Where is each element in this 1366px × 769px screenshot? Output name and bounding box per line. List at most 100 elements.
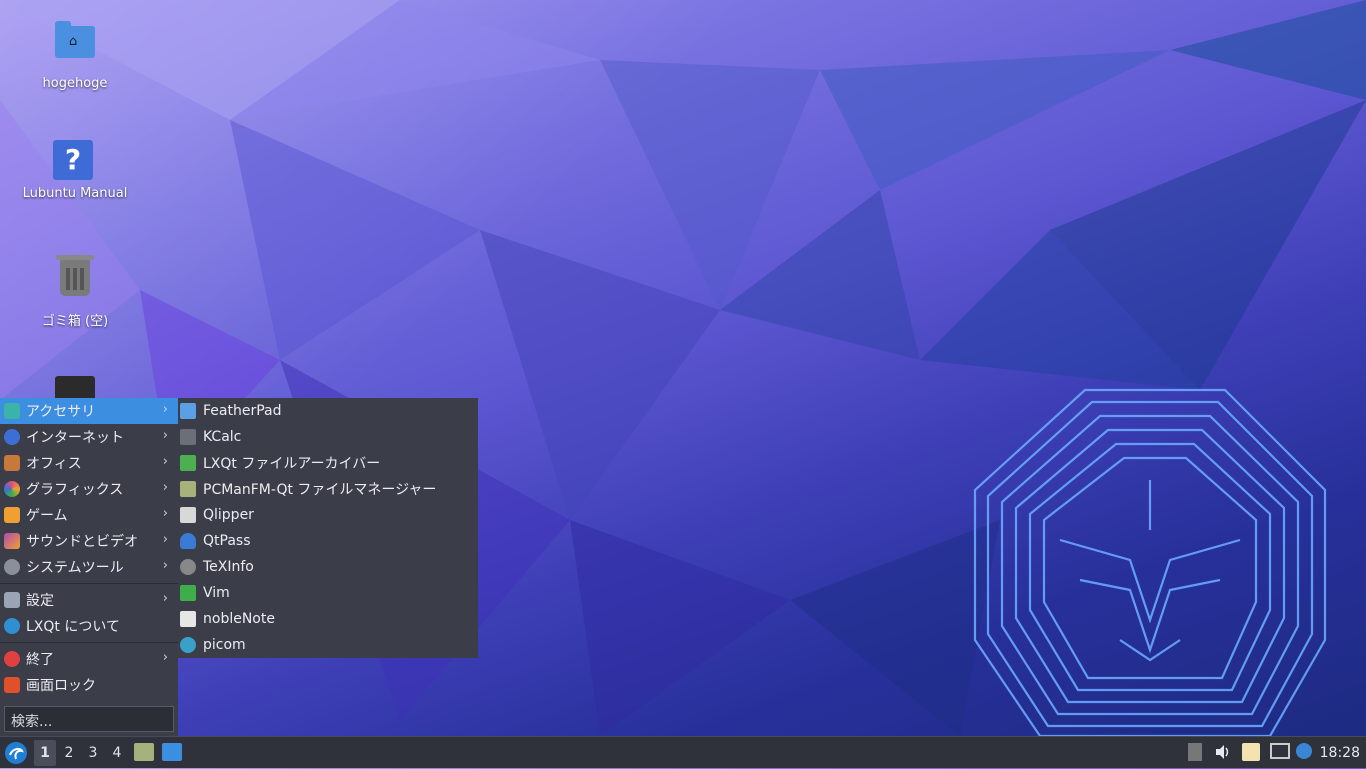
menu-item-internet[interactable]: インターネット ›: [0, 424, 178, 450]
featherpad-icon: [180, 403, 196, 419]
menu-item-label: インターネット: [26, 430, 124, 446]
submenu-item-label: LXQt ファイルアーカイバー: [203, 456, 381, 472]
chevron-right-icon: ›: [162, 558, 168, 573]
power-icon: [4, 651, 20, 667]
note-icon: [180, 611, 196, 627]
menu-item-office[interactable]: オフィス ›: [0, 450, 178, 476]
desktop-icon-label: Lubuntu Manual: [22, 186, 128, 201]
chevron-right-icon: ›: [162, 480, 168, 495]
home-folder-icon: ⌂: [53, 21, 97, 70]
desktop-switch-2[interactable]: 2: [58, 740, 80, 766]
settings-icon: [4, 592, 20, 608]
network-icon[interactable]: [1270, 743, 1290, 759]
help-icon: ?: [53, 140, 97, 180]
file-manager-icon[interactable]: [134, 743, 154, 761]
menu-search-input[interactable]: 検索...: [4, 706, 174, 732]
desktop-icon-trash[interactable]: ゴミ箱 (空): [20, 255, 130, 329]
submenu-item-label: Vim: [203, 585, 230, 601]
menu-item-lock-screen[interactable]: 画面ロック: [0, 672, 178, 698]
chevron-right-icon: ›: [162, 591, 168, 606]
volume-icon[interactable]: [1214, 743, 1232, 761]
submenu-item-label: picom: [203, 637, 246, 653]
graphics-icon: [4, 481, 20, 497]
submenu-item-file-manager[interactable]: PCManFM-Qt ファイルマネージャー: [178, 476, 478, 502]
chevron-right-icon: ›: [162, 650, 168, 665]
desktop-switch-3[interactable]: 3: [82, 740, 104, 766]
info-icon: [180, 559, 196, 575]
chevron-right-icon: ›: [162, 402, 168, 417]
gear-icon: [180, 637, 196, 653]
menu-separator: [0, 642, 178, 643]
menu-item-label: サウンドとビデオ: [26, 534, 138, 550]
submenu-item-qtpass[interactable]: QtPass: [178, 528, 478, 554]
menu-item-label: グラフィックス: [26, 482, 124, 498]
lock-icon: [180, 533, 196, 549]
submenu-item-label: FeatherPad: [203, 403, 282, 419]
desktop-icon-label: ゴミ箱 (空): [41, 314, 109, 329]
chevron-right-icon: ›: [162, 428, 168, 443]
lubuntu-start-icon[interactable]: [4, 741, 28, 765]
menu-item-system-tools[interactable]: システムツール ›: [0, 554, 178, 580]
clock[interactable]: 18:28: [1320, 737, 1360, 769]
menu-item-accessories[interactable]: アクセサリ ›: [0, 398, 178, 424]
maze-emblem: [973, 388, 1327, 736]
submenu-item-label: KCalc: [203, 429, 242, 445]
chevron-right-icon: ›: [162, 454, 168, 469]
menu-separator: [0, 583, 178, 584]
menu-item-label: 終了: [26, 652, 54, 668]
accessories-icon: [4, 403, 20, 419]
menu-item-label: オフィス: [26, 456, 82, 472]
menu-item-label: 設定: [26, 593, 54, 609]
accessories-submenu: FeatherPad KCalc LXQt ファイルアーカイバー PCManFM…: [178, 398, 478, 658]
search-placeholder: 検索...: [11, 714, 53, 730]
clipboard-icon[interactable]: [1242, 743, 1260, 761]
clipboard-icon: [180, 507, 196, 523]
menu-item-games[interactable]: ゲーム ›: [0, 502, 178, 528]
menu-item-label: アクセサリ: [26, 404, 96, 420]
desktop-switch-1[interactable]: 1: [34, 740, 56, 766]
menu-item-about[interactable]: LXQt について: [0, 613, 178, 639]
submenu-item-qlipper[interactable]: Qlipper: [178, 502, 478, 528]
system-tools-icon: [4, 559, 20, 575]
games-icon: [4, 507, 20, 523]
menu-item-label: LXQt について: [26, 619, 120, 635]
desktop-icon-lubuntu-manual[interactable]: ? Lubuntu Manual: [20, 140, 130, 201]
internet-icon: [4, 429, 20, 445]
submenu-item-texinfo[interactable]: TeXInfo: [178, 554, 478, 580]
submenu-item-label: Qlipper: [203, 507, 254, 523]
desktop-icon-label: hogehoge: [42, 76, 108, 91]
office-icon: [4, 455, 20, 471]
file-manager-icon: [180, 481, 196, 497]
menu-item-multimedia[interactable]: サウンドとビデオ ›: [0, 528, 178, 554]
submenu-item-label: TeXInfo: [203, 559, 254, 575]
chevron-right-icon: ›: [162, 506, 168, 521]
update-notifier-icon[interactable]: [1296, 743, 1312, 759]
tray-expand-icon[interactable]: [1188, 743, 1202, 761]
multimedia-icon: [4, 533, 20, 549]
submenu-item-label: PCManFM-Qt ファイルマネージャー: [203, 482, 437, 498]
submenu-item-label: QtPass: [203, 533, 251, 549]
desktop-icon-home-folder[interactable]: ⌂ hogehoge: [20, 20, 130, 91]
calculator-icon: [180, 429, 196, 445]
trash-icon: [53, 255, 97, 304]
submenu-item-archiver[interactable]: LXQt ファイルアーカイバー: [178, 450, 478, 476]
application-menu: アクセサリ › インターネット › オフィス › グラフィックス › ゲーム ›…: [0, 398, 178, 736]
menu-item-label: 画面ロック: [26, 678, 96, 694]
chevron-right-icon: ›: [162, 532, 168, 547]
menu-item-label: システムツール: [26, 560, 124, 576]
submenu-item-noblenote[interactable]: nobleNote: [178, 606, 478, 632]
menu-item-label: ゲーム: [26, 508, 68, 524]
menu-item-settings[interactable]: 設定 ›: [0, 587, 178, 613]
submenu-item-vim[interactable]: Vim: [178, 580, 478, 606]
menu-item-shutdown[interactable]: 終了 ›: [0, 646, 178, 672]
lxqt-icon: [4, 618, 20, 634]
submenu-item-picom[interactable]: picom: [178, 632, 478, 658]
submenu-item-label: nobleNote: [203, 611, 275, 627]
lock-icon: [4, 677, 20, 693]
show-desktop-icon[interactable]: [162, 743, 182, 761]
submenu-item-featherpad[interactable]: FeatherPad: [178, 398, 478, 424]
menu-item-graphics[interactable]: グラフィックス ›: [0, 476, 178, 502]
submenu-item-kcalc[interactable]: KCalc: [178, 424, 478, 450]
desktop-switch-4[interactable]: 4: [106, 740, 128, 766]
archiver-icon: [180, 455, 196, 471]
